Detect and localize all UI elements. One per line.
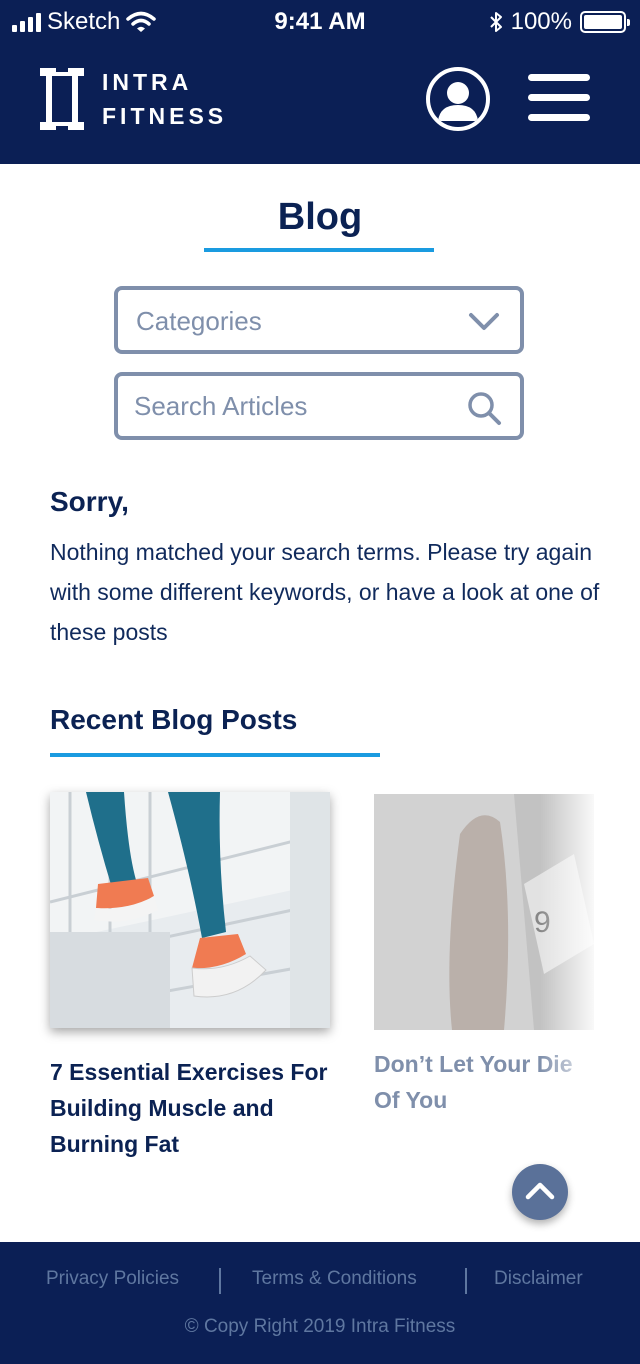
empty-state-message: Nothing matched your search terms. Pleas… bbox=[50, 539, 600, 645]
footer-link-privacy[interactable]: Privacy Policies bbox=[46, 1268, 179, 1290]
empty-state-heading: Sorry, bbox=[50, 486, 129, 517]
footer-divider bbox=[219, 1268, 221, 1294]
logo-line1: INTRA bbox=[102, 69, 193, 95]
footer-divider bbox=[465, 1268, 467, 1294]
search-icon[interactable] bbox=[466, 390, 502, 426]
battery-percent: 100% bbox=[510, 8, 572, 35]
post-title[interactable]: 7 Essential Exercises For Building Muscl… bbox=[50, 1054, 340, 1162]
search-field[interactable] bbox=[114, 372, 524, 440]
copyright: © Copy Right 2019 Intra Fitness bbox=[184, 1316, 456, 1337]
menu-button[interactable] bbox=[528, 74, 590, 122]
page-title: Blog bbox=[277, 196, 363, 238]
carousel-fade bbox=[540, 790, 640, 1130]
menu-icon bbox=[528, 74, 590, 81]
recent-posts-underline bbox=[50, 753, 380, 757]
app-header: Sketch 9:41 AM 100% INTRA FITNESS bbox=[0, 0, 640, 164]
footer-link-disclaimer[interactable]: Disclaimer bbox=[494, 1268, 583, 1290]
post-image-exercises[interactable] bbox=[50, 792, 330, 1028]
logo-line2: FITNESS bbox=[102, 103, 228, 129]
categories-dropdown[interactable]: Categories bbox=[114, 286, 524, 354]
profile-icon bbox=[438, 82, 478, 121]
battery-icon bbox=[580, 11, 630, 33]
status-bar: Sketch 9:41 AM 100% bbox=[0, 0, 640, 42]
recent-posts-heading: Recent Blog Posts bbox=[50, 704, 298, 735]
profile-button[interactable] bbox=[426, 67, 490, 131]
logo-mark bbox=[40, 68, 84, 130]
categories-label: Categories bbox=[136, 306, 262, 336]
title-underline bbox=[204, 248, 434, 252]
footer-link-terms[interactable]: Terms & Conditions bbox=[252, 1268, 417, 1290]
bluetooth-icon bbox=[489, 12, 502, 32]
logo[interactable]: INTRA FITNESS bbox=[40, 68, 260, 130]
chevron-down-icon bbox=[469, 313, 499, 330]
back-to-top-button[interactable] bbox=[512, 1164, 568, 1220]
status-right: 100% bbox=[489, 8, 630, 36]
chevron-up-icon bbox=[525, 1182, 555, 1200]
search-input[interactable] bbox=[134, 386, 464, 426]
logo-text: INTRA FITNESS bbox=[102, 65, 227, 133]
footer: Privacy Policies Terms & Conditions Disc… bbox=[0, 1242, 640, 1364]
